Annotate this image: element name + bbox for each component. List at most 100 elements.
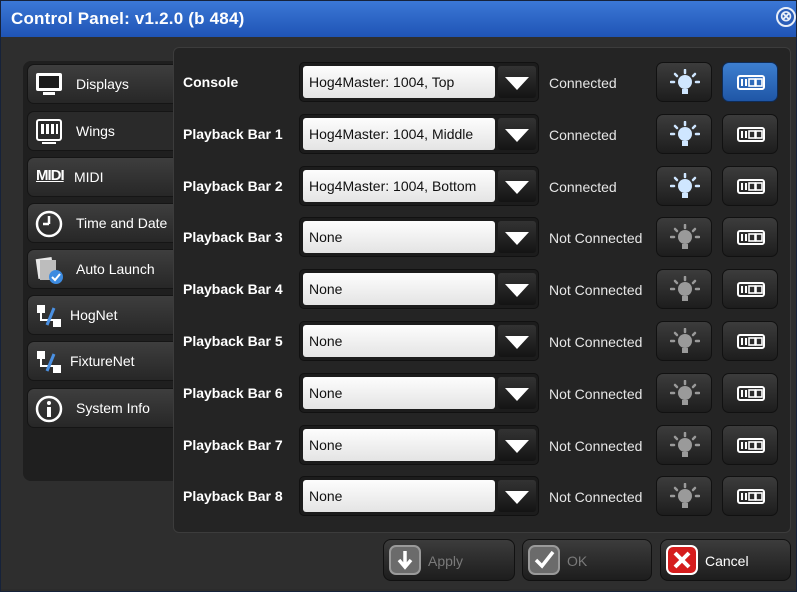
identify-button[interactable] xyxy=(656,166,712,206)
wing-icon xyxy=(737,489,765,504)
wing-select[interactable]: Hog4Master: 1004, Bottom xyxy=(299,166,539,206)
wing-select[interactable]: None xyxy=(299,217,539,257)
wing-select-value: None xyxy=(303,480,495,512)
identify-button[interactable] xyxy=(656,425,712,465)
identify-button[interactable] xyxy=(656,217,712,257)
wing-button[interactable] xyxy=(722,425,778,465)
sidebar-item-system-info[interactable]: System Info xyxy=(27,388,175,428)
title-bar[interactable]: Control Panel: v1.2.0 (b 484) ⊗ xyxy=(1,1,796,37)
wing-icon xyxy=(737,334,765,349)
lightbulb-icon xyxy=(670,69,700,94)
sidebar-item-label: Auto Launch xyxy=(76,261,155,277)
apply-button[interactable]: Apply xyxy=(383,539,515,581)
identify-button[interactable] xyxy=(656,321,712,361)
wing-select-value: Hog4Master: 1004, Top xyxy=(303,66,495,98)
row-label: Playback Bar 4 xyxy=(183,281,283,297)
connection-status: Not Connected xyxy=(549,282,643,298)
wing-button[interactable] xyxy=(722,269,778,309)
sidebar-item-fixturenet[interactable]: FixtureNet xyxy=(27,341,175,381)
lightbulb-icon xyxy=(670,380,700,405)
wing-button[interactable] xyxy=(722,217,778,257)
identify-button[interactable] xyxy=(656,62,712,102)
midi-icon: MIDI xyxy=(36,167,65,184)
ok-icon xyxy=(528,545,560,575)
wing-select[interactable]: None xyxy=(299,373,539,413)
row-label: Playback Bar 6 xyxy=(183,385,283,401)
wing-icon xyxy=(737,127,765,142)
chevron-down-icon xyxy=(505,440,529,453)
cancel-label: Cancel xyxy=(705,553,749,569)
row-label: Playback Bar 1 xyxy=(183,126,283,142)
identify-button[interactable] xyxy=(656,269,712,309)
connection-status: Not Connected xyxy=(549,489,643,505)
lightbulb-icon xyxy=(670,121,700,146)
dropdown-button[interactable] xyxy=(498,66,536,98)
wing-button[interactable] xyxy=(722,114,778,154)
chevron-down-icon xyxy=(505,77,529,90)
ok-button[interactable]: OK xyxy=(522,539,652,581)
row-label: Playback Bar 7 xyxy=(183,437,283,453)
sidebar-item-wings[interactable]: Wings xyxy=(27,111,175,151)
auto-launch-icon xyxy=(35,256,63,284)
wing-icon xyxy=(737,230,765,245)
dropdown-button[interactable] xyxy=(498,377,536,409)
wing-select[interactable]: None xyxy=(299,321,539,361)
connection-status: Not Connected xyxy=(549,230,643,246)
ok-label: OK xyxy=(567,553,588,569)
network-icon xyxy=(37,351,61,373)
identify-button[interactable] xyxy=(656,476,712,516)
sidebar-item-auto-launch[interactable]: Auto Launch xyxy=(27,249,175,289)
sidebar-item-hognet[interactable]: HogNet xyxy=(27,295,175,335)
dropdown-button[interactable] xyxy=(498,221,536,253)
sidebar-item-time-and-date[interactable]: Time and Date xyxy=(27,203,175,243)
dropdown-button[interactable] xyxy=(498,325,536,357)
dropdown-button[interactable] xyxy=(498,273,536,305)
wing-icon xyxy=(737,179,765,194)
dropdown-button[interactable] xyxy=(498,429,536,461)
info-icon xyxy=(35,395,63,423)
chevron-down-icon xyxy=(505,336,529,349)
sidebar-item-displays[interactable]: Displays xyxy=(27,64,175,104)
wing-select[interactable]: Hog4Master: 1004, Top xyxy=(299,62,539,102)
connection-status: Connected xyxy=(549,179,617,195)
network-icon xyxy=(37,305,61,327)
identify-button[interactable] xyxy=(656,114,712,154)
wing-button[interactable] xyxy=(722,166,778,206)
cancel-icon xyxy=(666,545,698,575)
wing-button[interactable] xyxy=(722,321,778,361)
wing-select-value: None xyxy=(303,377,495,409)
wing-select[interactable]: None xyxy=(299,425,539,465)
connection-status: Not Connected xyxy=(549,386,643,402)
sidebar-item-label: HogNet xyxy=(70,307,118,323)
lightbulb-icon xyxy=(670,276,700,301)
wing-select[interactable]: None xyxy=(299,269,539,309)
close-icon[interactable]: ⊗ xyxy=(776,7,796,27)
wing-select[interactable]: Hog4Master: 1004, Middle xyxy=(299,114,539,154)
wing-select[interactable]: None xyxy=(299,476,539,516)
chevron-down-icon xyxy=(505,129,529,142)
wing-button[interactable] xyxy=(722,476,778,516)
wing-button[interactable] xyxy=(722,62,778,102)
connection-status: Not Connected xyxy=(549,334,643,350)
identify-button[interactable] xyxy=(656,373,712,413)
monitor-icon xyxy=(36,73,62,95)
row-label: Playback Bar 3 xyxy=(183,229,283,245)
lightbulb-icon xyxy=(670,173,700,198)
wing-select-value: Hog4Master: 1004, Bottom xyxy=(303,170,495,202)
lightbulb-icon xyxy=(670,483,700,508)
wing-icon xyxy=(36,119,62,144)
sidebar-item-midi[interactable]: MIDI MIDI xyxy=(27,157,175,197)
wing-icon xyxy=(737,386,765,401)
dropdown-button[interactable] xyxy=(498,118,536,150)
sidebar-item-label: Wings xyxy=(76,123,115,139)
sidebar-item-label: MIDI xyxy=(74,169,104,185)
cancel-button[interactable]: Cancel xyxy=(660,539,791,581)
wing-button[interactable] xyxy=(722,373,778,413)
control-panel-window: Control Panel: v1.2.0 (b 484) ⊗ Displays… xyxy=(0,0,797,592)
sidebar-item-label: Time and Date xyxy=(76,215,168,231)
wing-select-value: None xyxy=(303,273,495,305)
chevron-down-icon xyxy=(505,491,529,504)
connection-status: Connected xyxy=(549,127,617,143)
dropdown-button[interactable] xyxy=(498,170,536,202)
dropdown-button[interactable] xyxy=(498,480,536,512)
